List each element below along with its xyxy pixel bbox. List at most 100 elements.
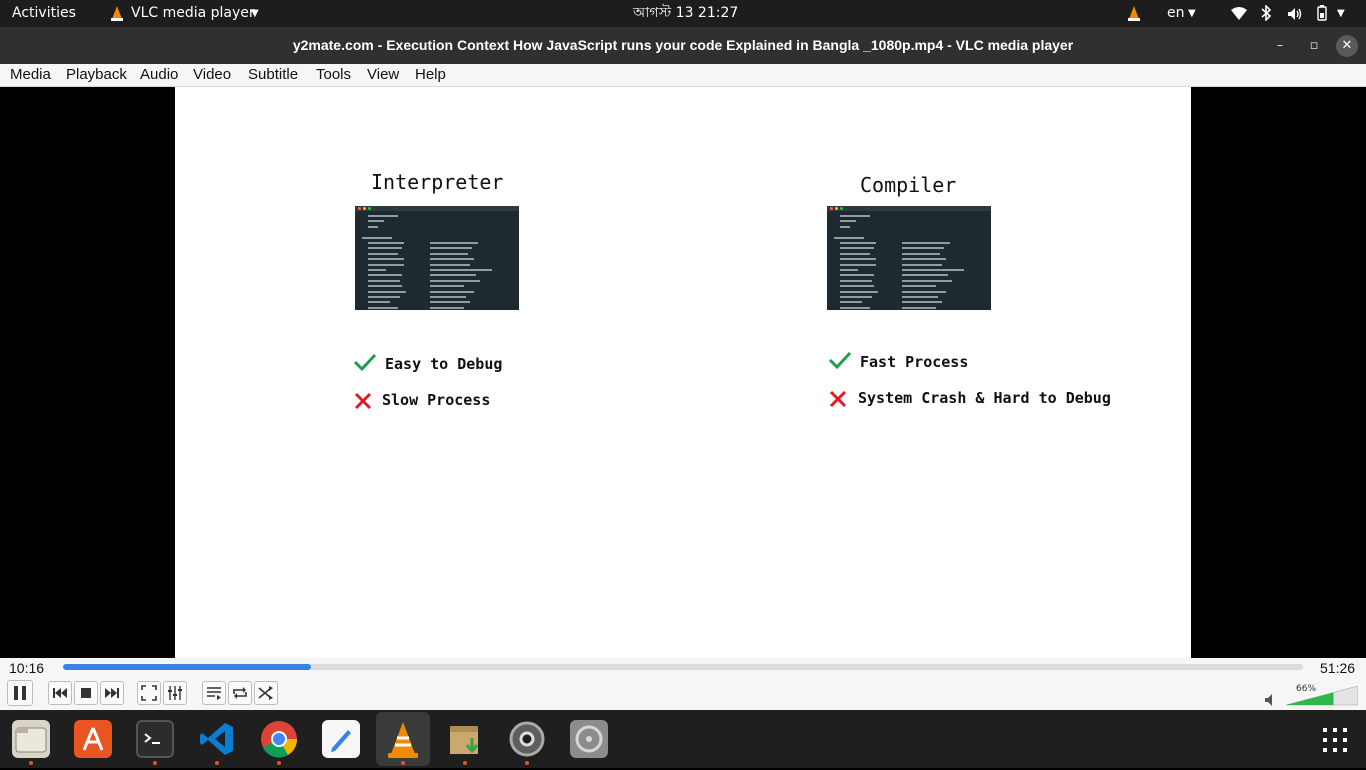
close-button[interactable]: ✕ bbox=[1336, 35, 1358, 57]
previous-button[interactable] bbox=[48, 681, 72, 705]
terminal-text-line bbox=[830, 258, 988, 261]
terminal-text-line bbox=[830, 301, 988, 304]
language-indicator[interactable]: en bbox=[1167, 0, 1185, 27]
terminal-text-line bbox=[358, 220, 516, 223]
cross-icon bbox=[354, 392, 372, 410]
terminal-text-line bbox=[358, 215, 516, 217]
terminal-text-line bbox=[830, 236, 988, 239]
compiler-pro: Fast Process bbox=[860, 353, 969, 371]
running-indicator bbox=[525, 761, 529, 765]
wifi-icon[interactable] bbox=[1231, 0, 1247, 27]
menu-media[interactable]: Media bbox=[10, 66, 51, 83]
extended-settings-button[interactable] bbox=[163, 681, 187, 705]
terminal-text-line bbox=[830, 296, 988, 298]
loop-button[interactable] bbox=[228, 681, 252, 705]
terminal-text-line bbox=[830, 290, 988, 293]
dock bbox=[0, 710, 1366, 768]
fullscreen-button[interactable] bbox=[137, 681, 161, 705]
vscode-icon[interactable] bbox=[198, 720, 236, 758]
terminal-text-line bbox=[830, 215, 988, 217]
seek-slider[interactable] bbox=[63, 664, 1303, 670]
controls-panel: 10:16 51:26 66% bbox=[0, 658, 1366, 710]
playlist-button[interactable] bbox=[202, 681, 226, 705]
pause-button[interactable] bbox=[7, 680, 33, 706]
window-title: y2mate.com - Execution Context How JavaS… bbox=[292, 37, 1074, 53]
terminal-icon[interactable] bbox=[136, 720, 174, 758]
menu-help[interactable]: Help bbox=[415, 66, 446, 83]
interpreter-con: Slow Process bbox=[382, 391, 491, 409]
terminal-title-bar bbox=[355, 206, 519, 211]
disk-icon[interactable] bbox=[570, 720, 608, 758]
terminal-text-line bbox=[830, 252, 988, 255]
activities-button[interactable]: Activities bbox=[12, 0, 76, 27]
terminal-text-line bbox=[358, 252, 516, 255]
terminal-text-line bbox=[358, 285, 516, 288]
elapsed-time: 10:16 bbox=[9, 660, 45, 676]
terminal-text-line bbox=[358, 236, 516, 239]
shuffle-button[interactable] bbox=[254, 681, 278, 705]
terminal-text-line bbox=[830, 242, 988, 244]
app-menu-chevron-icon[interactable]: ▼ bbox=[251, 0, 259, 27]
menu-video[interactable]: Video bbox=[193, 66, 231, 83]
bluetooth-icon[interactable] bbox=[1261, 0, 1272, 27]
running-indicator bbox=[401, 761, 405, 765]
terminal-text-line bbox=[358, 306, 516, 309]
stop-button[interactable] bbox=[74, 681, 98, 705]
menu-tools[interactable]: Tools bbox=[316, 66, 351, 83]
language-chevron-icon[interactable]: ▼ bbox=[1188, 0, 1196, 27]
maximize-button[interactable]: ▫ bbox=[1303, 35, 1325, 57]
software-icon[interactable] bbox=[74, 720, 112, 758]
top-bar: Activities VLC media player ▼ আগস্ট 13 2… bbox=[0, 0, 1366, 27]
terminal-screenshot-right bbox=[827, 206, 991, 310]
menu-view[interactable]: View bbox=[367, 66, 399, 83]
chrome-icon[interactable] bbox=[260, 720, 298, 758]
battery-icon[interactable] bbox=[1315, 0, 1329, 27]
terminal-text-line bbox=[358, 269, 516, 271]
terminal-text-line bbox=[830, 247, 988, 250]
files-icon[interactable] bbox=[12, 720, 50, 758]
terminal-text-line bbox=[358, 263, 516, 266]
video-area[interactable]: Interpreter Easy to Debug Slow Process C… bbox=[0, 87, 1366, 658]
system-menu-chevron-icon[interactable]: ▼ bbox=[1337, 0, 1345, 27]
terminal-text-line bbox=[358, 247, 516, 250]
terminal-text-line bbox=[830, 279, 988, 282]
archive-manager-icon[interactable] bbox=[446, 720, 484, 758]
settings-icon[interactable] bbox=[508, 720, 546, 758]
menu-subtitle[interactable]: Subtitle bbox=[248, 66, 298, 83]
menu-playback[interactable]: Playback bbox=[66, 66, 127, 83]
vlc-icon[interactable] bbox=[376, 712, 430, 766]
running-indicator bbox=[153, 761, 157, 765]
speaker-icon[interactable] bbox=[1264, 693, 1278, 707]
terminal-text-line bbox=[830, 285, 988, 288]
text-editor-icon[interactable] bbox=[322, 720, 360, 758]
terminal-text-line bbox=[830, 269, 988, 271]
volume-slider[interactable] bbox=[1286, 686, 1358, 706]
menu-audio[interactable]: Audio bbox=[140, 66, 178, 83]
app-menu[interactable]: VLC media player bbox=[131, 0, 255, 27]
show-applications-icon[interactable] bbox=[1322, 727, 1348, 753]
check-icon bbox=[353, 353, 377, 372]
running-indicator bbox=[463, 761, 467, 765]
menu-bar: Media Playback Audio Video Subtitle Tool… bbox=[0, 64, 1366, 87]
volume-icon[interactable] bbox=[1287, 0, 1303, 27]
minimize-button[interactable]: – bbox=[1269, 35, 1291, 57]
interpreter-heading: Interpreter bbox=[371, 170, 504, 194]
terminal-text-line bbox=[830, 225, 988, 228]
compiler-con: System Crash & Hard to Debug bbox=[858, 389, 1111, 407]
terminal-text-line bbox=[830, 263, 988, 266]
terminal-text-line bbox=[358, 274, 516, 277]
terminal-text-line bbox=[358, 279, 516, 282]
next-button[interactable] bbox=[100, 681, 124, 705]
clock[interactable]: আগস্ট 13 21:27 bbox=[633, 0, 738, 27]
running-indicator bbox=[277, 761, 281, 765]
terminal-text-line bbox=[358, 258, 516, 261]
seek-progress bbox=[63, 664, 311, 670]
running-indicator bbox=[29, 761, 33, 765]
terminal-text-line bbox=[358, 242, 516, 244]
terminal-screenshot-left bbox=[355, 206, 519, 310]
window-title-bar: y2mate.com - Execution Context How JavaS… bbox=[0, 27, 1366, 64]
total-time[interactable]: 51:26 bbox=[1320, 660, 1355, 676]
running-indicator bbox=[215, 761, 219, 765]
vlc-tray-icon[interactable] bbox=[1127, 0, 1143, 27]
terminal-text-line bbox=[830, 306, 988, 309]
